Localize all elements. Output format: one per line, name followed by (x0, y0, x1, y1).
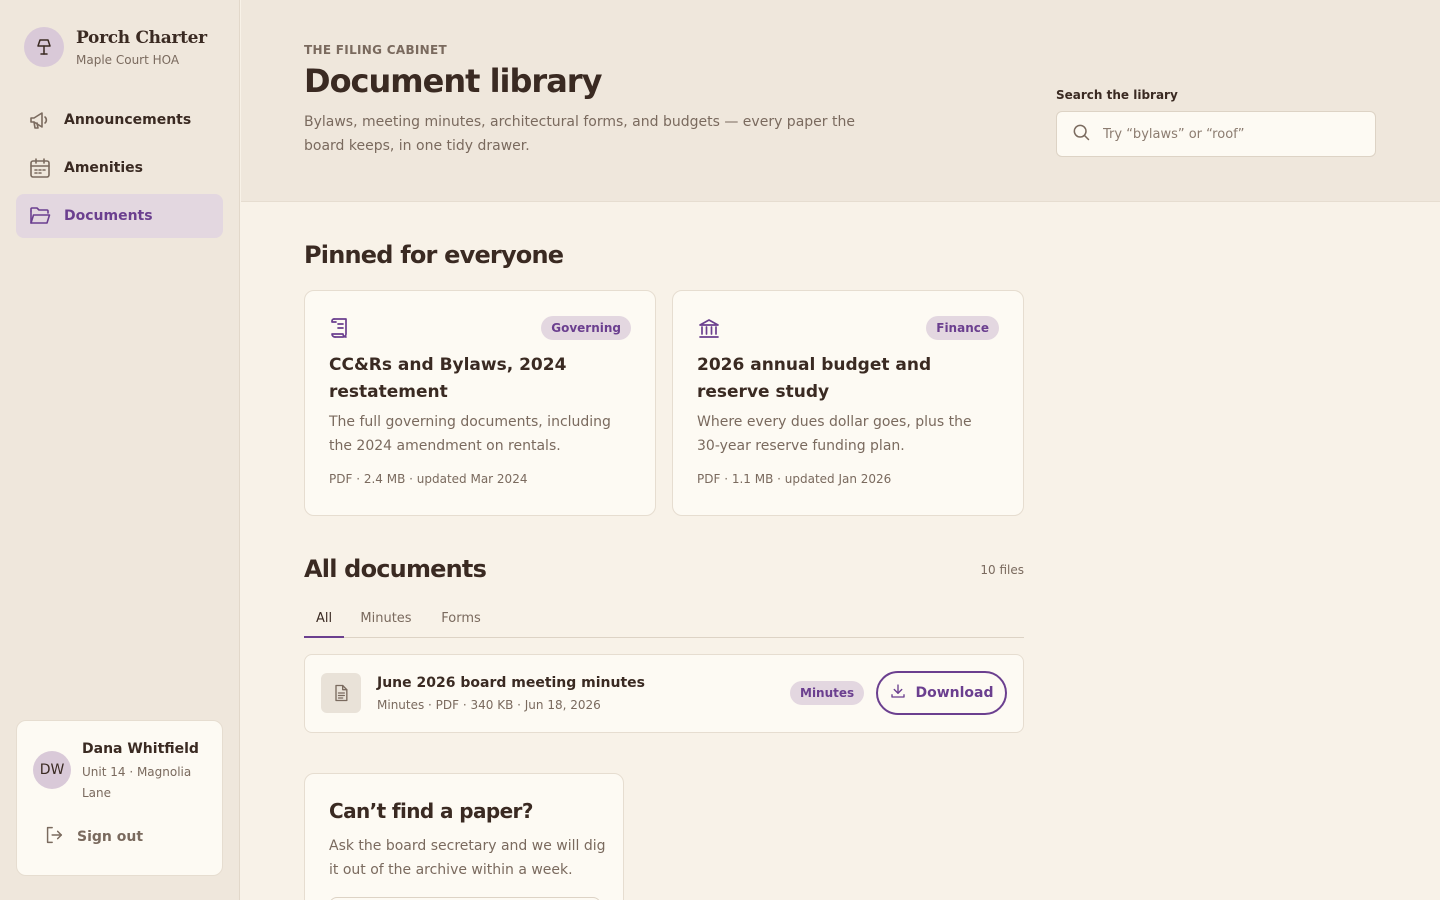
search-box[interactable] (1056, 111, 1376, 157)
tab-all[interactable]: All (304, 603, 344, 638)
page-title: Document library (304, 62, 602, 100)
pinned-card-meta: PDF · 1.1 MB · updated Jan 2026 (697, 472, 892, 486)
lamp-icon (24, 27, 64, 67)
sign-out-label: Sign out (77, 829, 144, 845)
search-input[interactable] (1103, 126, 1363, 142)
page-header: THE FILING CABINET Document library Byla… (241, 0, 1440, 202)
page-eyebrow: THE FILING CABINET (304, 43, 447, 57)
help-card: Can’t find a paper? Ask the board secret… (304, 773, 624, 900)
document-title: June 2026 board meeting minutes (377, 675, 646, 691)
all-documents-title: All documents (304, 555, 487, 583)
page-description: Bylaws, meeting minutes, architectural f… (304, 114, 855, 154)
user-unit: Unit 14 · Magnolia Lane (82, 765, 192, 800)
file-text-icon (321, 673, 361, 713)
help-title: Can’t find a paper? (329, 799, 533, 823)
brand[interactable]: Porch Charter Maple Court HOA (24, 27, 207, 67)
help-description: Ask the board secretary and we will dig … (329, 838, 606, 878)
pinned-card-description: The full governing documents, including … (329, 414, 611, 454)
sidebar-item-label: Announcements (64, 112, 192, 128)
brand-title: Porch Charter (76, 27, 207, 48)
download-label: Download (915, 685, 994, 701)
megaphone-icon (27, 107, 53, 133)
pinned-card-title: 2026 annual budget and reserve study (697, 355, 932, 402)
category-tag: Governing (541, 316, 631, 340)
pinned-card-description: Where every dues dollar goes, plus the 3… (697, 414, 972, 454)
pinned-card-budget[interactable]: Finance 2026 annual budget and reserve s… (672, 290, 1024, 516)
sidebar: Porch Charter Maple Court HOA Announceme… (0, 0, 240, 900)
document-tabs: All Minutes Forms (304, 603, 1024, 638)
folder-open-icon (27, 203, 53, 229)
pinned-card-bylaws[interactable]: Governing CC&Rs and Bylaws, 2024 restate… (304, 290, 656, 516)
category-tag: Minutes (790, 681, 865, 705)
sidebar-item-documents[interactable]: Documents (16, 194, 223, 238)
pinned-card-meta: PDF · 2.4 MB · updated Mar 2024 (329, 472, 528, 486)
file-count: 10 files (980, 563, 1024, 577)
category-tag: Finance (926, 316, 999, 340)
sidebar-nav: Announcements Amenities Documents (16, 98, 223, 242)
pinned-section-title: Pinned for everyone (304, 241, 564, 269)
user-name: Dana Whitfield (82, 741, 199, 757)
sidebar-item-label: Amenities (64, 160, 144, 176)
sidebar-item-amenities[interactable]: Amenities (16, 146, 223, 190)
bank-icon (697, 316, 721, 344)
document-meta: Minutes · PDF · 340 KB · Jun 18, 2026 (377, 698, 601, 712)
logout-icon (43, 824, 65, 850)
brand-subtitle: Maple Court HOA (76, 52, 180, 67)
download-icon (889, 682, 907, 704)
scroll-icon (329, 316, 353, 344)
sidebar-item-label: Documents (64, 208, 153, 224)
user-card: DW Dana Whitfield Unit 14 · Magnolia Lan… (16, 720, 223, 876)
sidebar-item-announcements[interactable]: Announcements (16, 98, 223, 142)
download-button[interactable]: Download (876, 671, 1007, 715)
tab-minutes[interactable]: Minutes (356, 603, 416, 638)
calendar-icon (27, 155, 53, 181)
pinned-card-title: CC&Rs and Bylaws, 2024 restatement (329, 355, 567, 402)
avatar[interactable]: DW (33, 751, 71, 789)
search-icon (1071, 122, 1091, 146)
search-label: Search the library (1056, 88, 1178, 102)
tab-forms[interactable]: Forms (436, 603, 486, 638)
document-row[interactable]: June 2026 board meeting minutes Minutes … (304, 654, 1024, 733)
sign-out-button[interactable]: Sign out (43, 824, 143, 850)
